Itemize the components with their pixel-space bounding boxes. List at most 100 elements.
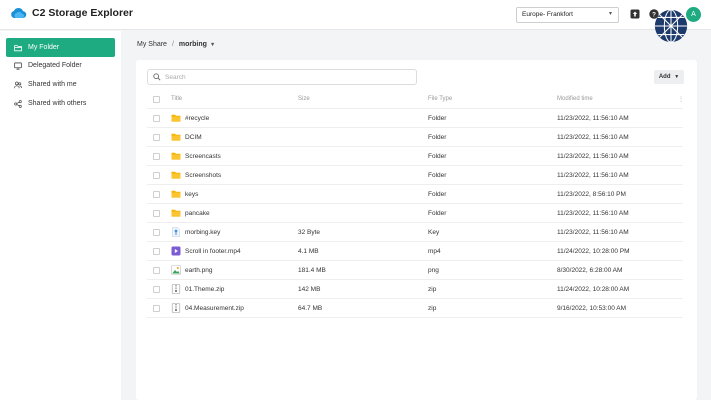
row-checkbox[interactable] (153, 190, 160, 198)
file-name: keys (185, 190, 199, 198)
file-size: 181.4 MB (298, 266, 326, 274)
sidebar: My Folder Delegated Folder Shared with m… (0, 31, 121, 400)
folder-icon (171, 133, 181, 141)
table-row[interactable]: pancake Folder 11/23/2022, 11:56:10 AM (147, 204, 683, 223)
column-options-icon[interactable]: ⋮ (678, 96, 684, 103)
zip-file-icon (171, 303, 181, 313)
table-row[interactable]: Screenshots Folder 11/23/2022, 11:56:10 … (147, 166, 683, 185)
image-file-icon (171, 265, 181, 275)
row-checkbox[interactable] (153, 114, 160, 122)
table-row[interactable]: Screencasts Folder 11/23/2022, 11:56:10 … (147, 147, 683, 166)
file-type: Folder (428, 114, 447, 122)
delegated-folder-icon (14, 62, 22, 70)
table-row[interactable]: #recycle Folder 11/23/2022, 11:56:10 AM (147, 109, 683, 128)
file-type: Folder (428, 171, 447, 179)
sidebar-item-label: Shared with me (28, 81, 77, 88)
file-size: 32 Byte (298, 228, 321, 236)
row-checkbox[interactable] (153, 209, 160, 217)
file-name: 01.Theme.zip (185, 285, 225, 293)
file-type: Folder (428, 190, 447, 198)
file-name: morbing.key (185, 228, 221, 236)
sidebar-item-label: Delegated Folder (28, 62, 82, 69)
table-row[interactable]: 01.Theme.zip 142 MB zip 11/24/2022, 10:2… (147, 280, 683, 299)
folder-icon (171, 152, 181, 160)
file-modified: 11/23/2022, 8:56:10 PM (557, 190, 626, 198)
file-type: Folder (428, 133, 447, 141)
row-checkbox[interactable] (153, 266, 160, 274)
file-name-cell: Scroll in footer.mp4 (171, 246, 241, 256)
file-type: Folder (428, 152, 447, 160)
sidebar-item-shared-with-others[interactable]: Shared with others (6, 94, 115, 113)
upload-box-icon[interactable] (630, 9, 640, 19)
video-file-icon (171, 246, 181, 256)
row-checkbox[interactable] (153, 133, 160, 141)
cloud-logo-icon (11, 8, 27, 18)
table-row[interactable]: keys Folder 11/23/2022, 8:56:10 PM (147, 185, 683, 204)
row-checkbox[interactable] (153, 152, 160, 160)
column-header-file-type[interactable]: File Type (428, 96, 452, 102)
sidebar-item-my-folder[interactable]: My Folder (6, 38, 115, 57)
file-name-cell: Screencasts (171, 151, 221, 161)
sidebar-item-label: Shared with others (28, 100, 87, 107)
file-name-cell: Screenshots (171, 170, 221, 180)
row-checkbox[interactable] (153, 228, 160, 236)
file-modified: 11/24/2022, 10:28:00 PM (557, 247, 630, 255)
add-button-label: Add (658, 74, 671, 80)
column-header-modified-time[interactable]: Modified time (557, 96, 593, 102)
file-modified: 11/23/2022, 11:56:10 AM (557, 228, 629, 236)
file-name: pancake (185, 209, 210, 217)
share-icon (14, 99, 22, 108)
folder-icon (171, 190, 181, 198)
file-size: 4.1 MB (298, 247, 319, 255)
file-name: earth.png (185, 266, 213, 274)
file-modified: 11/23/2022, 11:56:10 AM (557, 114, 629, 122)
column-header-size[interactable]: Size (298, 96, 310, 102)
row-checkbox[interactable] (153, 247, 160, 255)
breadcrumb: My Share / morbing ▼ (137, 41, 215, 48)
folder-icon (171, 114, 181, 122)
file-list-panel: Add ▼ Title Size File Type Modified time… (136, 60, 697, 400)
globe-icon[interactable] (652, 7, 690, 45)
row-checkbox[interactable] (153, 285, 160, 293)
app-title: C2 Storage Explorer (32, 7, 133, 19)
search-box[interactable] (147, 69, 417, 85)
file-type: Key (428, 228, 440, 236)
file-name: Scroll in footer.mp4 (185, 247, 241, 255)
row-checkbox[interactable] (153, 171, 160, 179)
sidebar-item-delegated-folder[interactable]: Delegated Folder (6, 56, 115, 75)
table-row[interactable]: Scroll in footer.mp4 4.1 MB mp4 11/24/20… (147, 242, 683, 261)
users-icon (14, 81, 22, 88)
file-name-cell: earth.png (171, 265, 212, 275)
row-checkbox[interactable] (153, 304, 160, 312)
chevron-down-icon: ▼ (674, 74, 680, 80)
breadcrumb-current[interactable]: morbing (179, 41, 207, 48)
folder-icon (171, 209, 181, 217)
chevron-down-icon[interactable]: ▼ (210, 42, 215, 48)
region-select[interactable]: Europe- Frankfort ▾ (516, 7, 619, 23)
file-name: 04.Measurement.zip (185, 304, 244, 312)
search-input[interactable] (165, 73, 405, 81)
file-name: Screenshots (185, 171, 222, 179)
file-name-cell: #recycle (171, 113, 209, 123)
sidebar-item-shared-with-me[interactable]: Shared with me (6, 75, 115, 94)
key-file-icon (172, 227, 180, 237)
file-name-cell: morbing.key (171, 227, 220, 237)
file-name-cell: 01.Theme.zip (171, 284, 224, 294)
table-row[interactable]: earth.png 181.4 MB png 8/30/2022, 6:28:0… (147, 261, 683, 280)
app-logo[interactable]: C2 Storage Explorer (10, 7, 133, 19)
file-name-cell: pancake (171, 208, 210, 218)
file-type: zip (428, 304, 437, 312)
user-avatar[interactable]: A (686, 7, 701, 22)
region-select-value: Europe- Frankfort (522, 11, 573, 18)
table-row[interactable]: morbing.key 32 Byte Key 11/23/2022, 11:5… (147, 223, 683, 242)
select-all-checkbox[interactable] (153, 95, 160, 103)
add-button[interactable]: Add ▼ (654, 70, 684, 84)
column-header-title[interactable]: Title (171, 96, 182, 102)
file-modified: 11/23/2022, 11:56:10 AM (557, 171, 629, 179)
table-row[interactable]: DCIM Folder 11/23/2022, 11:56:10 AM (147, 128, 683, 147)
folder-icon (171, 171, 181, 179)
breadcrumb-root[interactable]: My Share (137, 41, 167, 48)
folder-icon (14, 44, 22, 51)
chevron-down-icon: ▾ (608, 11, 612, 17)
table-row[interactable]: 04.Measurement.zip 64.7 MB zip 9/16/2022… (147, 299, 683, 318)
